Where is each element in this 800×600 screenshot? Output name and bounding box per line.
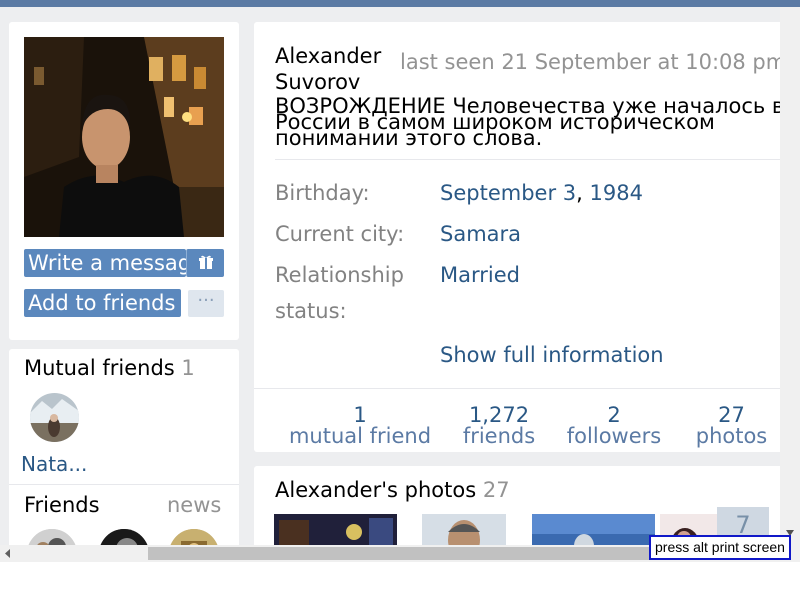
friend-avatar-image (30, 393, 79, 442)
counter-followers[interactable]: 2 followers (559, 403, 669, 448)
show-full-info-link[interactable]: Show full information (440, 343, 664, 367)
counter-mutual-friends[interactable]: 1 mutual friend (287, 403, 433, 448)
tooltip: press alt print screen (649, 535, 791, 560)
friend-avatar[interactable] (27, 529, 77, 545)
friends-news-link[interactable]: news (167, 493, 221, 517)
more-actions-button[interactable]: ··· (188, 290, 224, 317)
page-background: Write a message Add to friends ··· Mutua… (0, 7, 780, 545)
profile-status-text[interactable]: ВОЗРОЖДЕНИЕ Человечества уже началось в … (275, 96, 780, 149)
birthday-value: September 3, 1984 (440, 181, 643, 205)
counter-number: 1,272 (468, 403, 530, 427)
current-city-value[interactable]: Samara (440, 222, 521, 246)
birthday-year-link[interactable]: 1984 (590, 181, 643, 205)
profile-name: Alexander Suvorov (275, 44, 382, 94)
birthday-separator: , (576, 181, 583, 205)
photos-title: Alexander's photos (275, 478, 477, 502)
photos-header[interactable]: Alexander's photos 27 (275, 478, 510, 502)
friends-title[interactable]: Friends (24, 493, 100, 517)
birthday-label: Birthday: (275, 181, 370, 205)
counter-label: mutual friend (288, 424, 432, 448)
relationship-status-label: Relationship status: (275, 263, 404, 323)
counter-label: friends (462, 424, 536, 448)
counter-label: followers (566, 424, 662, 448)
scroll-left-arrow-icon[interactable] (3, 545, 13, 562)
last-seen-status: last seen 21 September at 10:08 pm (400, 50, 780, 74)
counter-number: 1 (353, 403, 367, 427)
mutual-friends-card: Mutual friends 1 Nata... Friends news (9, 349, 239, 545)
friend-avatar-image (169, 529, 219, 545)
photo-thumbnail[interactable] (532, 514, 655, 545)
counter-number: 27 (718, 403, 745, 427)
top-header-bar (0, 0, 800, 7)
vertical-scrollbar[interactable] (780, 7, 800, 545)
photo-thumbnail[interactable] (422, 514, 506, 545)
section-divider (275, 159, 780, 160)
counter-number: 2 (607, 403, 621, 427)
mutual-friend-avatar[interactable] (30, 393, 79, 442)
section-divider (254, 388, 780, 389)
friend-avatar-image (99, 529, 149, 545)
current-city-label: Current city: (275, 222, 405, 246)
counter-friends[interactable]: 1,272 friends (444, 403, 554, 448)
photo-image (274, 514, 397, 545)
friend-avatar[interactable] (169, 529, 219, 545)
friend-avatar[interactable] (99, 529, 149, 545)
profile-info-card: Alexander Suvorov last seen 21 September… (254, 22, 780, 452)
relationship-status-value[interactable]: Married (440, 263, 520, 287)
profile-avatar-photo[interactable] (24, 37, 224, 237)
friend-avatar-image (27, 529, 77, 545)
mutual-friend-name[interactable]: Nata... (21, 452, 87, 476)
photo-image (532, 514, 655, 545)
section-divider (9, 484, 239, 485)
mutual-friends-header[interactable]: Mutual friends 1 (24, 356, 195, 380)
profile-card: Write a message Add to friends ··· (9, 22, 239, 340)
mutual-friends-title: Mutual friends (24, 356, 175, 380)
mutual-friends-count: 1 (181, 356, 195, 380)
avatar-image (24, 37, 224, 237)
add-to-friends-button[interactable]: Add to friends (24, 289, 181, 317)
counter-label: photos (695, 424, 768, 448)
counter-photos[interactable]: 27 photos (684, 403, 779, 448)
write-message-button[interactable]: Write a message (24, 249, 186, 277)
photo-thumbnail[interactable] (274, 514, 397, 545)
gift-icon (198, 255, 213, 269)
photos-card: Alexander's photos 27 7 (254, 466, 780, 545)
birthday-date-link[interactable]: September 3 (440, 181, 576, 205)
send-gift-button[interactable] (186, 249, 224, 277)
photos-count: 27 (482, 478, 510, 502)
photo-image (422, 514, 506, 545)
